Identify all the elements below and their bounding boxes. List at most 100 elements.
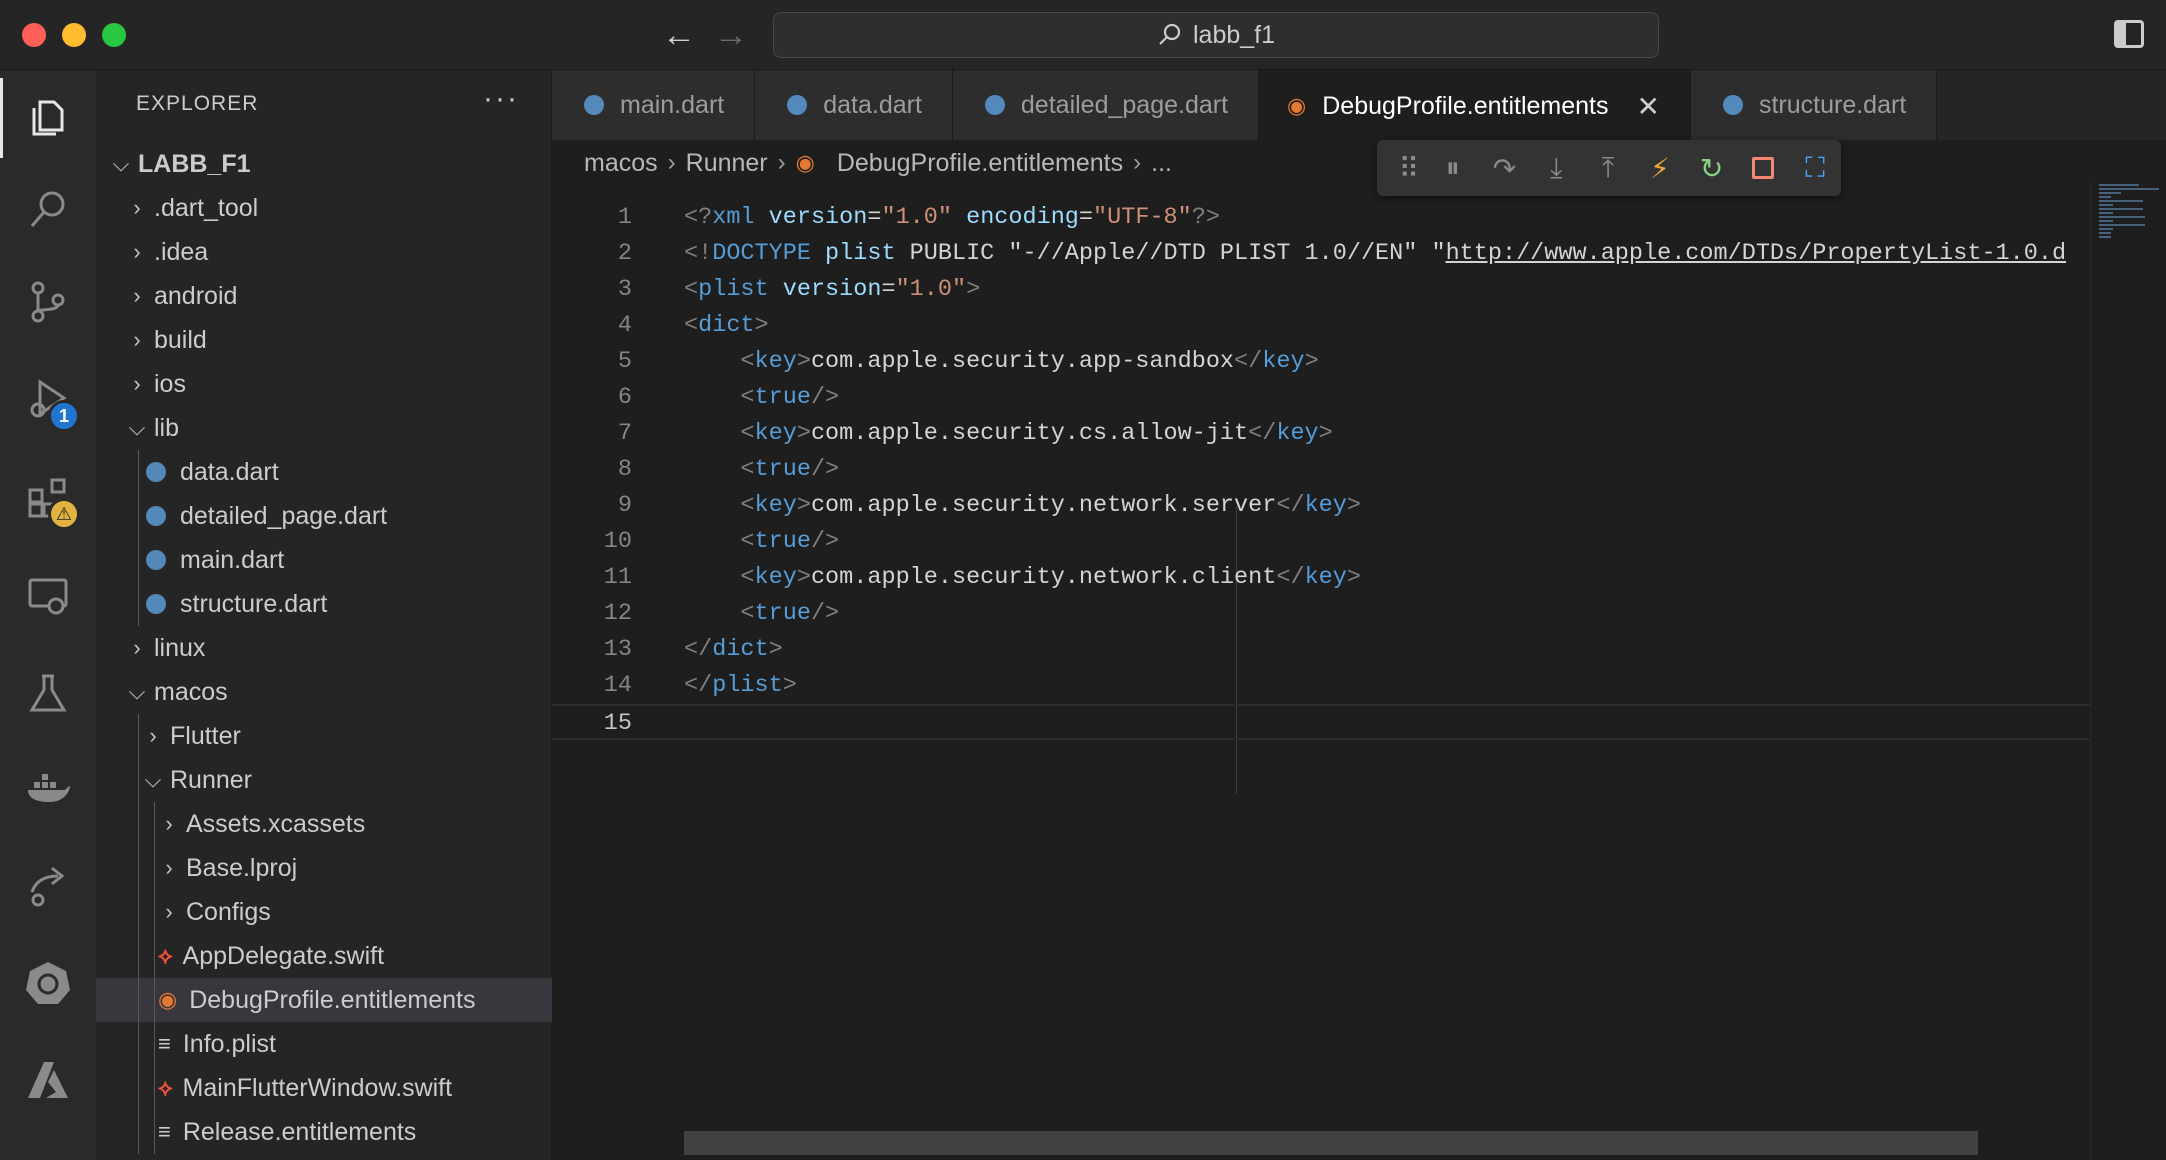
hot-reload-icon[interactable]: ⚡: [1634, 140, 1686, 196]
breadcrumb-runner[interactable]: Runner: [686, 149, 768, 178]
minimize-window-button[interactable]: [62, 23, 86, 47]
tree-indent-guide: [138, 978, 139, 1022]
tree-item[interactable]: ≡ Release.entitlements: [96, 1110, 552, 1154]
swift-file-icon: ⟡: [158, 943, 173, 968]
activity-bar: 1 ⚠: [0, 70, 96, 1160]
minimap[interactable]: [2090, 180, 2166, 1160]
code-line[interactable]: 10 <true/>: [552, 524, 2090, 560]
code-token: key: [1276, 420, 1319, 447]
code-line[interactable]: 2 <!DOCTYPE plist PUBLIC "-//Apple//DTD P…: [552, 236, 2090, 272]
testing-flask-icon[interactable]: [0, 654, 96, 734]
pause-icon[interactable]: ⏸: [1427, 140, 1479, 196]
code-token: plist: [712, 672, 783, 699]
code-line[interactable]: 5 <key>com.apple.security.app-sandbox</k…: [552, 344, 2090, 380]
tree-item-label: android: [154, 281, 238, 310]
code-line[interactable]: 12 <true/>: [552, 596, 2090, 632]
stop-icon[interactable]: [1737, 140, 1789, 196]
source-control-icon[interactable]: [0, 262, 96, 342]
code-token: </: [684, 672, 713, 699]
tree-item[interactable]: structure.dart: [96, 582, 552, 626]
run-debug-icon[interactable]: 1: [0, 360, 96, 440]
tree-item[interactable]: › Base.lproj: [96, 846, 552, 890]
tree-item[interactable]: ⟡ MainFlutterWindow.swift: [96, 1066, 552, 1110]
drag-handle-icon[interactable]: ⠿: [1391, 140, 1427, 196]
tree-item-label: Base.lproj: [186, 853, 298, 882]
code-line[interactable]: 9 <key>com.apple.security.network.server…: [552, 488, 2090, 524]
horizontal-scrollbar[interactable]: [684, 1131, 1978, 1155]
editor-tab[interactable]: detailed_page.dart: [952, 70, 1260, 140]
tree-item[interactable]: ⟡ AppDelegate.swift: [96, 934, 552, 978]
tree-item[interactable]: ⌵ lib: [96, 406, 552, 450]
tree-item[interactable]: ≡ Info.plist: [96, 1022, 552, 1066]
breadcrumb-file[interactable]: DebugProfile.entitlements: [837, 149, 1123, 178]
tree-item[interactable]: main.dart: [96, 538, 552, 582]
tree-item[interactable]: › linux: [96, 626, 552, 670]
remote-explorer-icon[interactable]: [0, 556, 96, 636]
step-into-icon[interactable]: ⤓: [1530, 140, 1582, 196]
tree-item[interactable]: › android: [96, 274, 552, 318]
code-editor[interactable]: 1 <?xml version="1.0" encoding="UTF-8"?> 2…: [552, 180, 2090, 1160]
code-line[interactable]: 7 <key>com.apple.security.cs.allow-jit</…: [552, 416, 2090, 452]
code-token[interactable]: http://www.apple.com/DTDs/PropertyList-1…: [1446, 240, 2067, 267]
tree-item[interactable]: › Configs: [96, 890, 552, 934]
tree-item[interactable]: ⌵ LABB_F1: [96, 142, 552, 186]
code-line[interactable]: 4 <dict>: [552, 308, 2090, 344]
tree-item-label: MainFlutterWindow.swift: [182, 1073, 453, 1102]
code-line[interactable]: 15: [552, 704, 2090, 740]
code-line[interactable]: 6 <true/>: [552, 380, 2090, 416]
toggle-sidebar-icon[interactable]: [2114, 20, 2144, 48]
code-token: />: [810, 384, 840, 411]
code-token: com.apple.security.network.client: [810, 564, 1277, 591]
tree-item[interactable]: ⌵ macos: [96, 670, 552, 714]
tree-indent-guide: [138, 450, 139, 494]
tree-item[interactable]: data.dart: [96, 450, 552, 494]
editor-tab[interactable]: main.dart: [552, 70, 756, 140]
code-token: >: [754, 312, 769, 339]
kubernetes-icon[interactable]: [0, 942, 96, 1022]
editor-tab[interactable]: ◉ DebugProfile.entitlements ✕: [1259, 70, 1691, 140]
tree-item[interactable]: detailed_page.dart: [96, 494, 552, 538]
editor-tab[interactable]: data.dart: [755, 70, 953, 140]
code-token: <: [740, 600, 755, 627]
tree-item[interactable]: › build: [96, 318, 552, 362]
tree-item[interactable]: › ios: [96, 362, 552, 406]
docker-icon[interactable]: [0, 750, 96, 830]
editor-tab[interactable]: structure.dart: [1690, 70, 1938, 140]
breadcrumb-macos[interactable]: macos: [584, 149, 658, 178]
breadcrumb-more[interactable]: ...: [1151, 149, 1172, 178]
code-line[interactable]: 8 <true/>: [552, 452, 2090, 488]
chevron-right-icon: ›: [1133, 149, 1142, 176]
forward-arrow-icon[interactable]: →: [714, 16, 748, 54]
live-share-icon[interactable]: [0, 846, 96, 926]
tree-indent-guide: [138, 758, 139, 802]
inspect-widget-icon[interactable]: ⛶: [1789, 140, 1841, 196]
step-out-icon[interactable]: ⤒: [1582, 140, 1634, 196]
command-center-search[interactable]: labb_f1: [773, 12, 1659, 58]
code-line[interactable]: 1 <?xml version="1.0" encoding="UTF-8"?>: [552, 200, 2090, 236]
code-token: </: [1276, 492, 1305, 519]
line-number: 2: [617, 240, 632, 267]
azure-icon[interactable]: [0, 1040, 96, 1120]
close-tab-icon[interactable]: ✕: [1637, 90, 1660, 123]
code-line[interactable]: 14 </plist>: [552, 668, 2090, 704]
tree-item[interactable]: › .idea: [96, 230, 552, 274]
maximize-window-button[interactable]: [102, 23, 126, 47]
tree-item[interactable]: › Assets.xcassets: [96, 802, 552, 846]
search-icon[interactable]: [0, 170, 96, 250]
code-line[interactable]: 3 <plist version="1.0">: [552, 272, 2090, 308]
tree-item-label: Info.plist: [182, 1029, 276, 1058]
tree-item[interactable]: › Flutter: [96, 714, 552, 758]
close-window-button[interactable]: [22, 23, 46, 47]
explorer-icon[interactable]: [0, 78, 96, 158]
tree-item[interactable]: ◉ DebugProfile.entitlements: [96, 978, 552, 1022]
step-over-icon[interactable]: ↷: [1479, 140, 1531, 196]
tab-label: detailed_page.dart: [1020, 90, 1229, 119]
more-actions-icon[interactable]: ···: [483, 82, 519, 116]
tree-item[interactable]: ⌵ Runner: [96, 758, 552, 802]
back-arrow-icon[interactable]: ←: [662, 16, 696, 54]
tree-item[interactable]: › .dart_tool: [96, 186, 552, 230]
extensions-icon[interactable]: ⚠: [0, 458, 96, 538]
restart-icon[interactable]: ↻: [1686, 140, 1738, 196]
code-line[interactable]: 11 <key>com.apple.security.network.clien…: [552, 560, 2090, 596]
code-line[interactable]: 13 </dict>: [552, 632, 2090, 668]
